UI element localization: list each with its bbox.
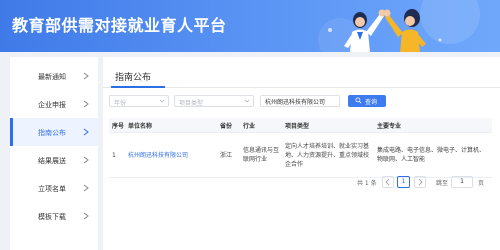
project-type-placeholder: 项目类型 (179, 100, 204, 107)
sidebar-item-project-list[interactable]: 立项名单 (10, 174, 98, 202)
platform-title: 教育部供需对接就业育人平台 (12, 16, 227, 35)
year-select[interactable]: 年份 (109, 95, 169, 107)
chevron-down-icon (244, 99, 250, 103)
chevron-right-icon (83, 184, 89, 192)
main-panel: 指南公布 年份 项目类型 杭州朗迅科技有限公司 查询 序号 单位名称 省份 行业… (103, 57, 500, 250)
sidebar: 最新通知 企业申报 指南公布 结果展送 立项名单 模板下载 (10, 57, 98, 250)
jump-label: 跳至 (436, 180, 449, 187)
search-button[interactable]: 查询 (348, 95, 386, 107)
chevron-right-icon (83, 72, 89, 80)
company-search-input[interactable]: 杭州朗迅科技有限公司 (260, 95, 340, 107)
sidebar-item-template-download[interactable]: 模板下载 (10, 202, 98, 230)
company-link[interactable]: 杭州朗迅科技有限公司 (125, 132, 217, 178)
cell-index: 1 (109, 132, 125, 178)
sidebar-item-label: 指南公布 (38, 129, 66, 137)
col-header-index: 序号 (109, 118, 125, 133)
cell-industry: 信息通讯与互联网行业 (240, 132, 282, 178)
sidebar-item-label: 立项名单 (38, 185, 66, 193)
cell-project-type: 定向人才培养培训、就业实习基地、人力资源提升、重点领域校企合作 (282, 132, 374, 178)
year-select-placeholder: 年份 (114, 100, 127, 107)
active-indicator (10, 118, 13, 146)
col-header-project-type: 项目类型 (282, 118, 374, 133)
project-type-select[interactable]: 项目类型 (174, 95, 254, 107)
sidebar-item-guide-publish[interactable]: 指南公布 (10, 118, 98, 146)
sidebar-item-enterprise-apply[interactable]: 企业申报 (10, 90, 98, 118)
col-header-province: 省份 (217, 118, 240, 133)
sidebar-item-latest-notice[interactable]: 最新通知 (10, 62, 98, 90)
sidebar-item-label: 模板下载 (38, 213, 66, 221)
title-underline (111, 86, 165, 88)
col-header-company: 单位名称 (125, 118, 217, 133)
chevron-right-icon (83, 100, 89, 108)
total-count: 共 1 条 (357, 180, 377, 187)
chevron-right-icon (83, 212, 89, 220)
chevron-left-icon (385, 178, 390, 186)
chevron-down-icon (159, 99, 165, 103)
jump-page-input[interactable]: 1 (451, 176, 473, 188)
guide-table: 序号 单位名称 省份 行业 项目类型 主要专业 1 杭州朗迅科技有限公司 浙江 … (109, 118, 492, 178)
high-five-illustration (318, 0, 480, 52)
chevron-right-icon (83, 128, 89, 136)
prev-page-button[interactable] (382, 176, 394, 188)
table-header-row: 序号 单位名称 省份 行业 项目类型 主要专业 (109, 118, 492, 133)
sidebar-item-label: 企业申报 (38, 101, 66, 109)
cell-majors: 集成电路、电子信息、微电子、计算机、物联网、人工智能 (374, 132, 492, 178)
page-number-current[interactable]: 1 (397, 176, 410, 188)
page-unit-label: 页 (478, 180, 485, 187)
col-header-industry: 行业 (240, 118, 282, 133)
table-row: 1 杭州朗迅科技有限公司 浙江 信息通讯与互联网行业 定向人才培养培训、就业实习… (109, 132, 492, 178)
search-icon (355, 97, 362, 104)
search-button-label: 查询 (365, 99, 378, 106)
chevron-right-icon (83, 156, 89, 164)
sidebar-item-label: 最新通知 (38, 73, 66, 81)
page-title: 指南公布 (115, 73, 152, 83)
next-page-button[interactable] (414, 176, 426, 188)
header-banner: 教育部供需对接就业育人平台 (0, 0, 500, 52)
chevron-right-icon (418, 178, 423, 186)
sidebar-item-label: 结果展送 (38, 157, 66, 165)
col-header-majors: 主要专业 (374, 118, 492, 133)
sidebar-item-result-display[interactable]: 结果展送 (10, 146, 98, 174)
cell-province: 浙江 (217, 132, 240, 178)
